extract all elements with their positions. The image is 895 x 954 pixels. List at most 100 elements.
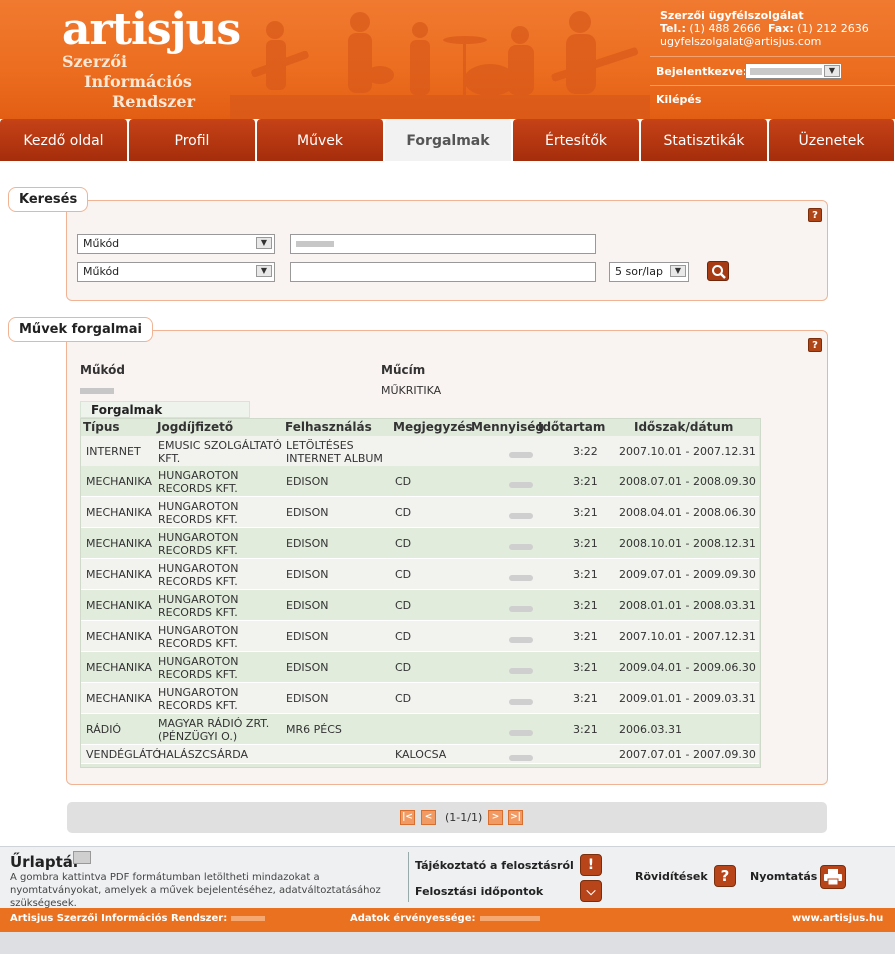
- cell-idoszak: 2007.07.01 - 2007.09.30: [619, 748, 756, 761]
- chevron-down-icon[interactable]: ⌵: [580, 880, 602, 902]
- cell-idotartam: 3:21: [573, 599, 598, 612]
- chevron-down-icon: ▼: [824, 65, 840, 77]
- contact-email[interactable]: ugyfelszolgalat@artisjus.com: [660, 35, 869, 48]
- cell-jogdijfizeto-line1: HUNGAROTON: [158, 500, 239, 513]
- table-row: VENDÉGLÁTÓ HALÁSZCSÁRDA KALOCSA 2007.07.01 …: [81, 745, 759, 764]
- table-row: MECHANIKA HUNGAROTON RECORDS KFT. EDISON CD 3…: [81, 683, 759, 714]
- col-felhasznalas[interactable]: Felhasználás: [285, 420, 372, 434]
- cell-mennyiseg: [509, 726, 533, 739]
- cell-tipus: MECHANIKA: [86, 630, 152, 643]
- redacted-value: [509, 637, 533, 643]
- question-icon[interactable]: ?: [714, 865, 736, 887]
- forgalmak-subtab[interactable]: Forgalmak: [80, 401, 250, 418]
- mukod-value: [80, 384, 114, 397]
- cell-megjegyzes: CD: [395, 630, 412, 643]
- cell-tipus: MECHANIKA: [86, 475, 152, 488]
- cell-megjegyzes: CD: [395, 661, 412, 674]
- tel-label: Tel.:: [660, 22, 686, 35]
- search-icon: [712, 265, 726, 279]
- cell-jogdijfizeto-line1: HALÁSZCSÁRDA: [158, 748, 249, 761]
- last-page-button[interactable]: >|: [508, 810, 523, 825]
- search-field1-select[interactable]: Műkód ▼: [77, 234, 275, 254]
- search-button[interactable]: [707, 261, 729, 281]
- results-panel-title: Művek forgalmai: [8, 317, 153, 342]
- cell-mennyiseg: [509, 509, 533, 522]
- cell-idoszak: 2006.03.31: [619, 723, 682, 736]
- cell-idoszak: 2009.07.01 - 2009.09.30: [619, 568, 756, 581]
- cell-tipus: MECHANIKA: [86, 537, 152, 550]
- col-idotartam[interactable]: Időtartam: [538, 420, 605, 434]
- page-info: (1-1/1): [445, 811, 483, 824]
- cell-tipus: MECHANIKA: [86, 661, 152, 674]
- cell-idotartam: 3:21: [573, 661, 598, 674]
- cell-idotartam: 3:21: [573, 692, 598, 705]
- cell-jogdijfizeto-line1: MAGYAR RÁDIÓ ZRT.: [158, 717, 270, 730]
- logout-link[interactable]: Kilépés: [656, 93, 701, 106]
- tab-kezdo-oldal[interactable]: Kezdő oldal: [0, 119, 128, 161]
- contact-info: Szerzői ügyfélszolgálat Tel.: (1) 488 26…: [660, 9, 869, 48]
- cell-jogdijfizeto-line1: HUNGAROTON: [158, 686, 239, 699]
- tab-statisztikak[interactable]: Statisztikák: [641, 119, 768, 161]
- cell-mennyiseg: [509, 571, 533, 584]
- tab-uzenetek[interactable]: Üzenetek: [769, 119, 895, 161]
- tel-number: (1) 488 2666: [689, 22, 761, 35]
- search-panel-title: Keresés: [8, 187, 89, 212]
- roviditesek-link[interactable]: Rövidítések: [635, 870, 708, 883]
- artisjus-website-link[interactable]: www.artisjus.hu: [792, 913, 883, 924]
- cell-tipus: MECHANIKA: [86, 506, 152, 519]
- pagination-bar: |< < (1-1/1) > >|: [67, 802, 827, 833]
- redacted-value: [509, 699, 533, 705]
- help-icon[interactable]: ?: [808, 338, 822, 352]
- cell-jogdijfizeto-line1: HUNGAROTON: [158, 562, 239, 575]
- felosztasi-idopontok-link[interactable]: Felosztási időpontok: [415, 885, 543, 898]
- col-megjegyzes[interactable]: Megjegyzés: [393, 420, 473, 434]
- cell-idoszak: 2009.01.01 - 2009.03.31: [619, 692, 756, 705]
- mukod-label: Műkód: [80, 363, 125, 377]
- printer-icon[interactable]: [820, 865, 846, 889]
- col-mennyiseg[interactable]: Mennyiség: [471, 420, 544, 434]
- redacted-value: [509, 452, 533, 458]
- next-page-button[interactable]: >: [488, 810, 503, 825]
- cell-mennyiseg: [509, 540, 533, 553]
- search-field2-select[interactable]: Műkód ▼: [77, 262, 275, 282]
- first-page-button[interactable]: |<: [400, 810, 415, 825]
- col-tipus[interactable]: Típus: [83, 420, 120, 434]
- search-field1-input[interactable]: [290, 234, 596, 254]
- felosztas-info-link[interactable]: Tájékoztató a felosztásról: [415, 859, 574, 872]
- col-idoszak[interactable]: Időszak/dátum: [634, 420, 733, 434]
- cell-tipus: MECHANIKA: [86, 692, 152, 705]
- tab-forgalmak[interactable]: Forgalmak: [385, 119, 512, 161]
- cell-tipus: INTERNET: [86, 445, 141, 458]
- cell-jogdijfizeto-line1: HUNGAROTON: [158, 624, 239, 637]
- col-jogdijfizeto[interactable]: Jogdíjfizető: [157, 420, 233, 434]
- bottom-spacer: [0, 932, 895, 954]
- cell-jogdijfizeto-line1: EMUSIC SZOLGÁLTATÓ: [158, 439, 282, 452]
- exclamation-icon[interactable]: !: [580, 854, 602, 876]
- cell-tipus: MECHANIKA: [86, 599, 152, 612]
- logo-subtitle: Szerzői Információs Rendszer: [62, 52, 195, 112]
- cell-mennyiseg: [509, 664, 533, 677]
- cell-jogdijfizeto-line1: HUNGAROTON: [158, 531, 239, 544]
- tab-ertesitok[interactable]: Értesítők: [513, 119, 640, 161]
- prev-page-button[interactable]: <: [421, 810, 436, 825]
- contact-title: Szerzői ügyfélszolgálat: [660, 9, 804, 22]
- login-label: Bejelentkezve:: [656, 65, 748, 78]
- cell-jogdijfizeto-line2: RECORDS KFT.: [158, 637, 238, 650]
- nyomtatas-link[interactable]: Nyomtatás: [750, 870, 817, 883]
- user-select[interactable]: ▼: [745, 63, 842, 79]
- search-field2-input[interactable]: [290, 262, 596, 282]
- artisjus-logo[interactable]: artisjus: [62, 4, 241, 55]
- tab-muvek[interactable]: Művek: [257, 119, 384, 161]
- table-header: Típus Jogdíjfizető Felhasználás Megjegyz…: [81, 419, 762, 436]
- cell-megjegyzes: CD: [395, 568, 412, 581]
- cell-idotartam: 3:22: [573, 445, 598, 458]
- cell-jogdijfizeto-line2: RECORDS KFT.: [158, 699, 238, 712]
- cell-jogdijfizeto-line2: RECORDS KFT.: [158, 668, 238, 681]
- user-name-redacted: [750, 68, 822, 75]
- pdf-icon[interactable]: [73, 851, 91, 864]
- help-icon[interactable]: ?: [808, 208, 822, 222]
- tab-profil[interactable]: Profil: [129, 119, 256, 161]
- per-page-select[interactable]: 5 sor/lap ▼: [609, 262, 689, 282]
- cell-megjegyzes: CD: [395, 506, 412, 519]
- system-name: Artisjus Szerzői Információs Rendszer:: [10, 913, 228, 924]
